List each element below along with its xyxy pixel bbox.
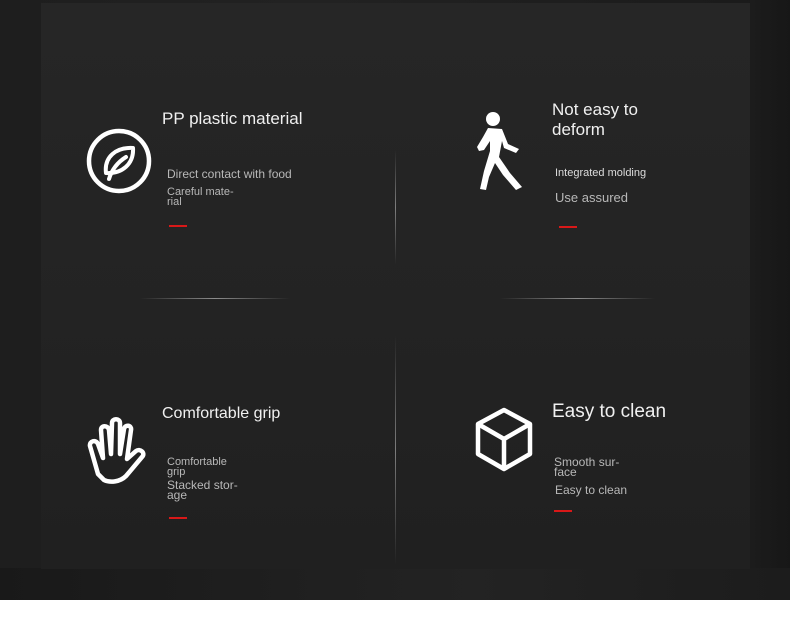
- accent-dash: [169, 517, 187, 519]
- hand-icon: [84, 414, 154, 488]
- feature-detail-2: Easy to clean: [555, 483, 628, 497]
- feature-title: Comfortable grip: [162, 405, 281, 422]
- feature-detail-1: Direct contact with food: [167, 167, 292, 181]
- feature-detail-2: Stacked stor- age: [167, 478, 238, 502]
- cube-icon: [474, 406, 534, 474]
- accent-dash: [559, 226, 577, 228]
- accent-dash: [554, 510, 572, 512]
- walking-person-icon: [473, 111, 529, 191]
- right-shade: [750, 0, 790, 568]
- feature-title: Easy to clean: [552, 401, 667, 422]
- feature-detail-2: Use assured: [555, 190, 628, 205]
- feature-detail-2: Careful mate- rial: [167, 186, 234, 208]
- horizontal-divider-right: [500, 298, 655, 299]
- bottom-strip: [0, 568, 790, 600]
- feature-detail-1: Integrated molding: [555, 167, 647, 179]
- leaf-icon: [85, 127, 153, 195]
- vertical-divider-top: [395, 150, 396, 265]
- accent-dash: [169, 225, 187, 227]
- feature-title: Not easy to deform: [552, 100, 638, 139]
- vertical-divider-bottom: [395, 335, 396, 565]
- feature-detail-1: Smooth sur- face: [554, 455, 620, 479]
- horizontal-divider-left: [140, 298, 290, 299]
- feature-title: PP plastic material: [162, 109, 303, 128]
- feature-detail-1: Comfortable grip: [167, 456, 227, 478]
